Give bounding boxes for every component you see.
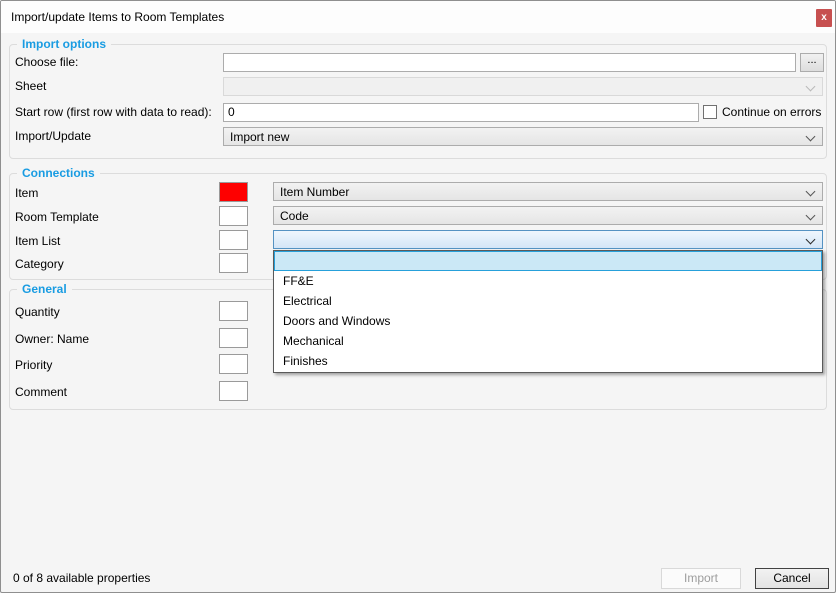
choose-file-input[interactable]	[223, 53, 796, 72]
group-heading-connections: Connections	[17, 166, 100, 180]
item-select[interactable]: Item Number	[273, 182, 823, 201]
import-update-label: Import/Update	[15, 129, 91, 143]
dropdown-option-empty[interactable]	[274, 251, 822, 271]
dropdown-option-doors-and-windows[interactable]: Doors and Windows	[274, 311, 822, 331]
item-label: Item	[15, 186, 38, 200]
item-list-color-swatch[interactable]	[219, 230, 248, 250]
continue-on-errors-label: Continue on errors	[722, 105, 821, 119]
priority-color-swatch[interactable]	[219, 354, 248, 374]
continue-on-errors-checkbox[interactable]	[703, 105, 717, 119]
chevron-down-icon	[806, 132, 816, 142]
room-template-select[interactable]: Code	[273, 206, 823, 225]
status-text: 0 of 8 available properties	[13, 571, 150, 585]
start-row-label: Start row (first row with data to read):	[15, 105, 212, 119]
import-update-select[interactable]: Import new	[223, 127, 823, 146]
owner-name-color-swatch[interactable]	[219, 328, 248, 348]
dialog-title: Import/update Items to Room Templates	[11, 10, 224, 24]
group-heading-import-options: Import options	[17, 37, 111, 51]
item-list-dropdown-popup: FF&E Electrical Doors and Windows Mechan…	[273, 250, 823, 373]
item-select-value: Item Number	[280, 185, 349, 199]
chevron-down-icon	[806, 211, 816, 221]
room-template-select-value: Code	[280, 209, 309, 223]
import-update-select-value: Import new	[230, 130, 289, 144]
item-color-swatch[interactable]	[219, 182, 248, 202]
item-list-label: Item List	[15, 234, 60, 248]
item-list-select[interactable]	[273, 230, 823, 249]
sheet-label: Sheet	[15, 79, 46, 93]
owner-name-label: Owner: Name	[15, 332, 89, 346]
category-label: Category	[15, 257, 64, 271]
start-row-input[interactable]: 0	[223, 103, 699, 122]
dropdown-option-mechanical[interactable]: Mechanical	[274, 331, 822, 351]
titlebar[interactable]: Import/update Items to Room Templates x	[1, 1, 835, 33]
priority-label: Priority	[15, 358, 52, 372]
chevron-down-icon	[806, 235, 816, 245]
category-color-swatch[interactable]	[219, 253, 248, 273]
import-button[interactable]: Import	[661, 568, 741, 589]
dropdown-option-ffe[interactable]: FF&E	[274, 271, 822, 291]
dropdown-option-finishes[interactable]: Finishes	[274, 351, 822, 371]
cancel-button[interactable]: Cancel	[755, 568, 829, 589]
room-template-color-swatch[interactable]	[219, 206, 248, 226]
quantity-label: Quantity	[15, 305, 60, 319]
close-icon[interactable]: x	[816, 9, 832, 27]
comment-label: Comment	[15, 385, 67, 399]
sheet-select	[223, 77, 823, 96]
browse-button[interactable]: ...	[800, 53, 824, 72]
group-heading-general: General	[17, 282, 72, 296]
import-update-dialog: Import/update Items to Room Templates x …	[0, 0, 836, 593]
dropdown-option-electrical[interactable]: Electrical	[274, 291, 822, 311]
choose-file-label: Choose file:	[15, 55, 78, 69]
chevron-down-icon	[806, 82, 816, 92]
chevron-down-icon	[806, 187, 816, 197]
room-template-label: Room Template	[15, 210, 99, 224]
comment-color-swatch[interactable]	[219, 381, 248, 401]
quantity-color-swatch[interactable]	[219, 301, 248, 321]
